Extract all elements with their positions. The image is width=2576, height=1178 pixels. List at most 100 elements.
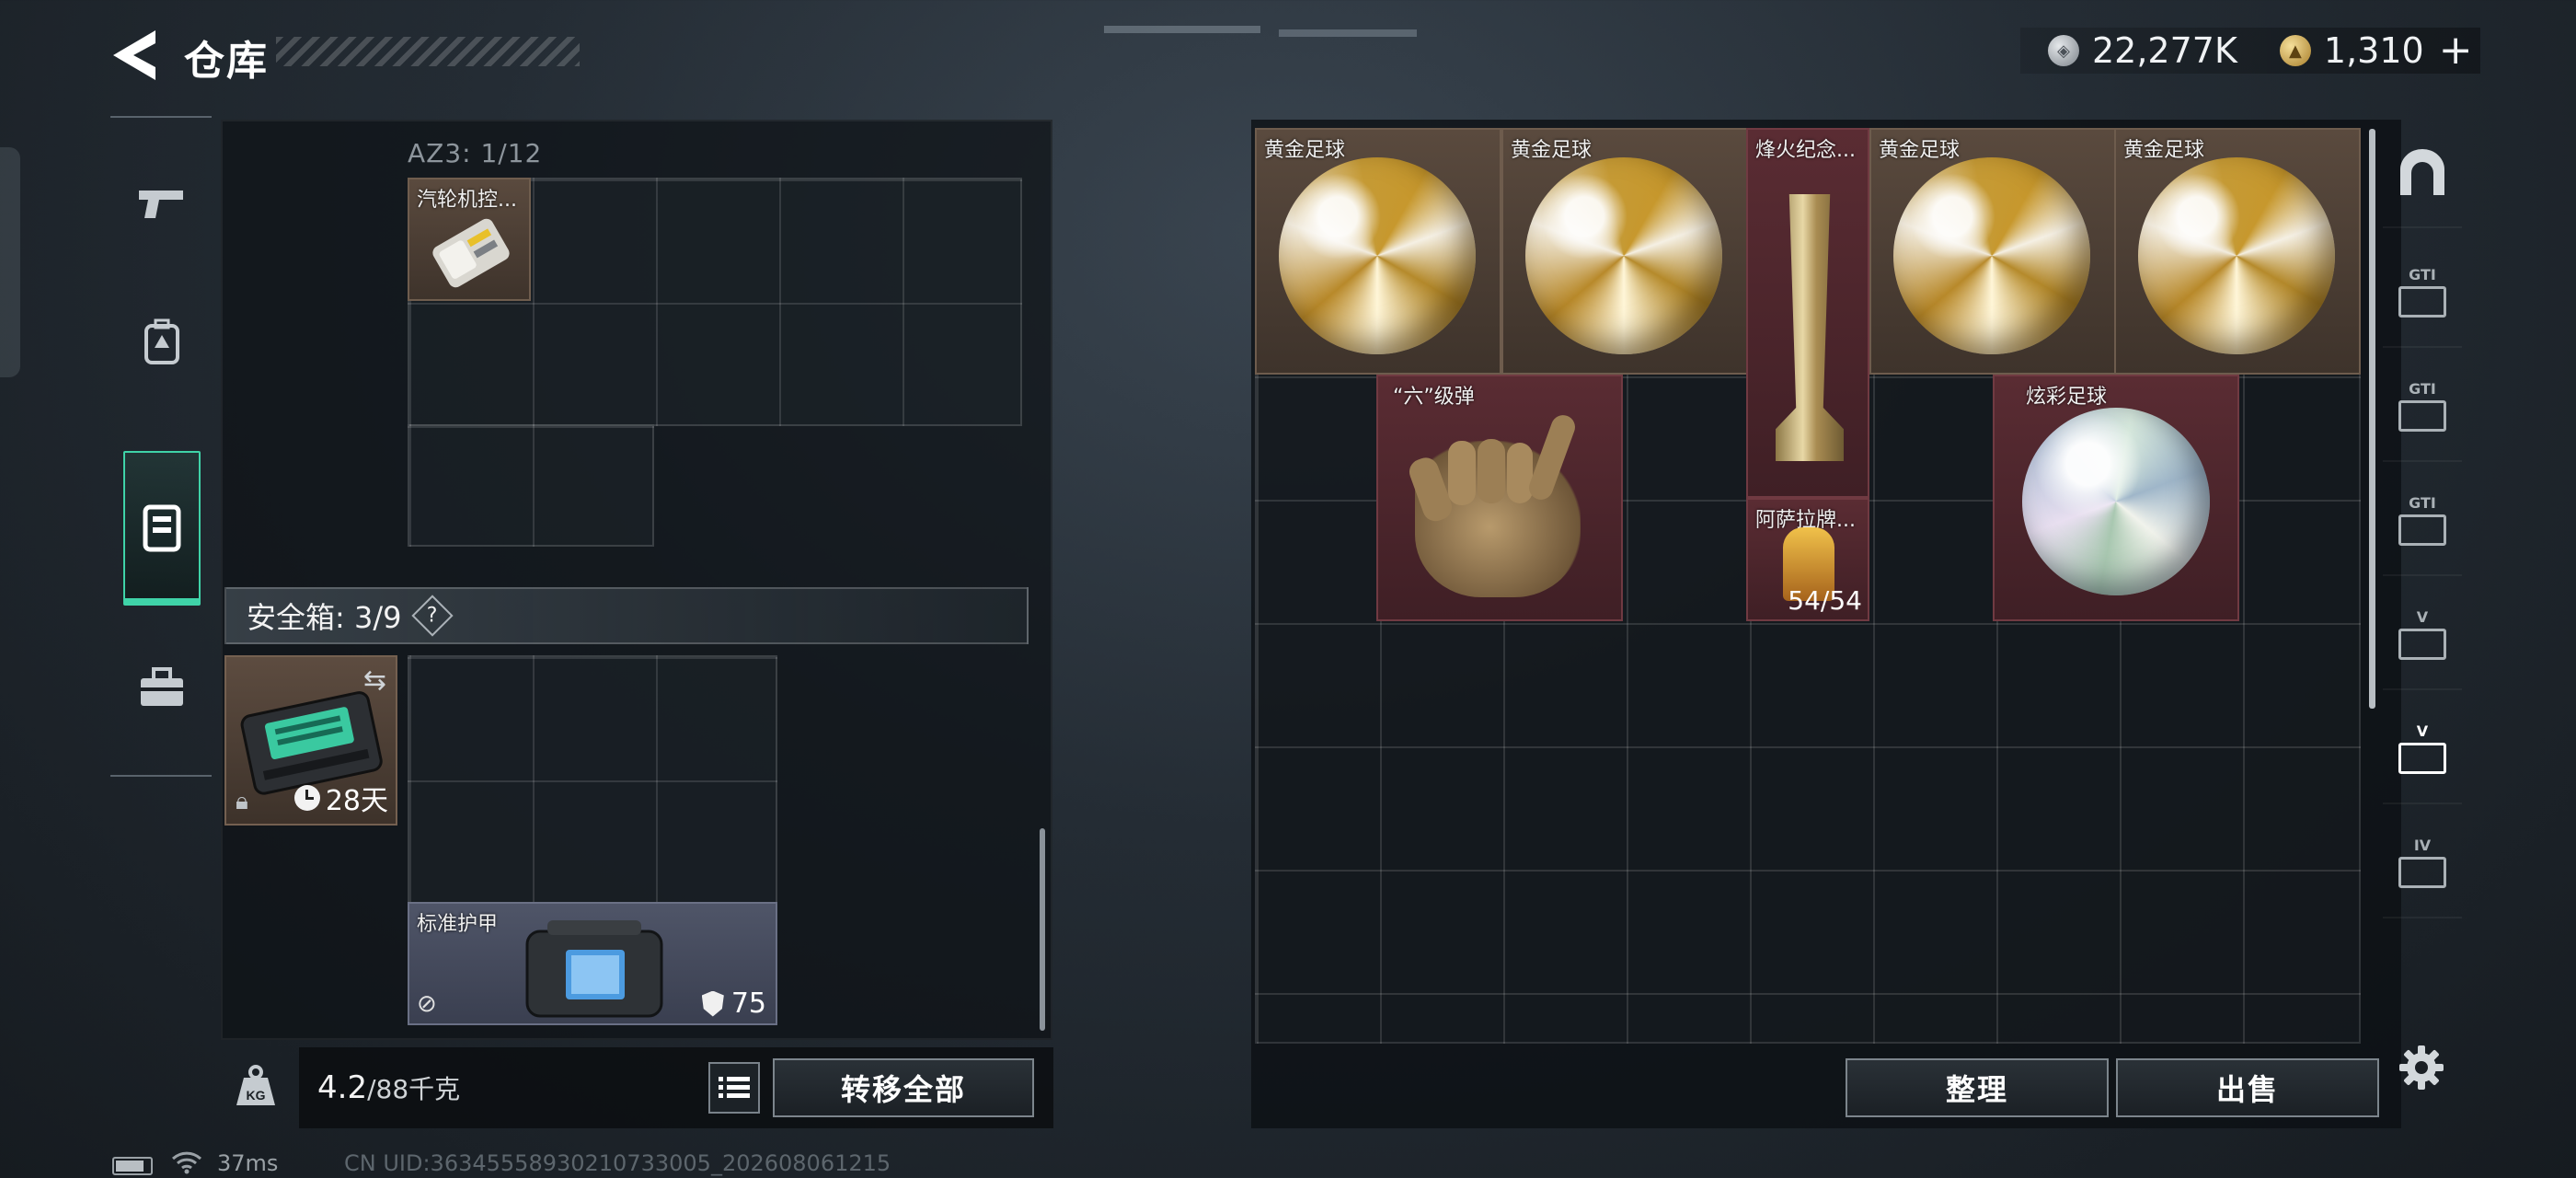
vest-icon xyxy=(143,504,181,552)
storage-item-golden-football[interactable]: 黄金足球 xyxy=(1255,128,1501,375)
shield-icon xyxy=(701,990,724,1017)
armor-durability: 75 xyxy=(701,987,766,1020)
tab-label: GTI xyxy=(2409,494,2436,512)
item-name: 炫彩足球 xyxy=(2026,386,2108,409)
storage-item-asala-plate[interactable]: 阿萨拉牌... 54/54 xyxy=(1746,498,1869,621)
help-icon[interactable]: ? xyxy=(411,595,454,637)
expiry-timer: 28天 xyxy=(293,778,388,818)
backpack-scrollbar[interactable] xyxy=(1040,828,1045,1031)
silver-coin-icon: ◈ xyxy=(2048,35,2079,66)
tab-label: IV xyxy=(2413,837,2432,854)
golden-football-art xyxy=(1893,157,2090,354)
weight-current: 4.2 xyxy=(317,1069,368,1106)
safebox-container[interactable]: ⇆ 🔒︎ 28天 xyxy=(224,655,397,826)
pistol-icon xyxy=(139,191,183,218)
list-view-button[interactable] xyxy=(708,1062,760,1114)
side-drawer-handle[interactable] xyxy=(0,147,20,377)
lock-icon: 🔒︎ xyxy=(236,788,248,815)
tab-storage-main[interactable] xyxy=(2383,120,2462,228)
storage-item-golden-football[interactable]: 黄金足球 xyxy=(2114,128,2361,375)
stack-count: 54/54 xyxy=(1788,585,1862,616)
add-currency-button[interactable]: + xyxy=(2439,30,2473,71)
storage-item-iridescent-football[interactable]: 炫彩足球 xyxy=(1993,375,2239,621)
container-grid-extension[interactable] xyxy=(408,424,654,547)
page-title: 仓库 xyxy=(184,38,269,85)
bronze-fingers-art xyxy=(1409,415,1575,522)
durability-value: 75 xyxy=(730,987,766,1020)
toolbox-icon xyxy=(141,667,183,706)
list-icon xyxy=(719,1077,750,1098)
gti-card-icon xyxy=(2398,514,2446,546)
item-name: 黄金足球 xyxy=(2123,139,2205,162)
tab-storage-iv[interactable]: IV xyxy=(2383,810,2462,918)
sell-button[interactable]: 出售 xyxy=(2116,1058,2379,1117)
currency-bar: ◈ 22,277K ▲ 1,310 + xyxy=(2020,28,2480,74)
container-capacity-label: AZ3: 1/12 xyxy=(408,138,543,168)
gti-box-icon xyxy=(2398,286,2446,318)
wifi-icon xyxy=(171,1150,202,1178)
storage-item-golden-football[interactable]: 黄金足球 xyxy=(1869,128,2116,375)
weight-readout: 4.2/88千克 xyxy=(317,1069,460,1106)
iv-add-icon xyxy=(2398,857,2446,888)
weight-max: /88千克 xyxy=(367,1074,461,1104)
tab-storage-gti-3[interactable]: GTI xyxy=(2383,468,2462,576)
tab-label: V xyxy=(2416,722,2429,740)
golden-football-art xyxy=(1525,157,1722,354)
tab-storage-gti-2[interactable]: GTI xyxy=(2383,353,2462,462)
item-name: 黄金足球 xyxy=(1264,139,1346,162)
back-button[interactable] xyxy=(109,28,164,83)
tab-storage-v-2[interactable]: V xyxy=(2383,696,2462,804)
ping-readout: 37ms xyxy=(217,1150,279,1176)
settings-button[interactable] xyxy=(2392,1038,2451,1097)
gold-coin-icon: ▲ xyxy=(2279,35,2311,66)
inventory-item-standard-armor[interactable]: 标准护甲 ⊘ 75 xyxy=(408,902,777,1025)
ceiling-light-decoration xyxy=(1104,26,1417,37)
left-category-tabs xyxy=(110,116,212,779)
no-repair-icon: ⊘ xyxy=(417,990,437,1018)
golden-football-art xyxy=(1279,157,1476,354)
user-uid: CN UID:36345558930210733005_202608061215 xyxy=(344,1150,891,1176)
back-arrow-icon xyxy=(113,30,155,80)
storage-item-beacon-memorial[interactable]: 烽火纪念... xyxy=(1746,128,1869,498)
sort-button[interactable]: 整理 xyxy=(1846,1058,2109,1117)
storage-item-golden-football[interactable]: 黄金足球 xyxy=(1501,128,1748,375)
title-decoration xyxy=(276,37,580,66)
weight-icon: KG xyxy=(230,1060,282,1112)
timer-label: 28天 xyxy=(325,785,388,817)
item-name: 黄金足球 xyxy=(1511,139,1593,162)
backpack-icon xyxy=(144,318,179,364)
svg-text:KG: KG xyxy=(247,1088,266,1103)
tab-vest[interactable] xyxy=(123,451,201,606)
storage-page-tabs: GTI GTI GTI V V IV xyxy=(2383,120,2462,1040)
v-box-icon xyxy=(2398,629,2446,660)
gti-warning-icon xyxy=(2398,400,2446,432)
item-name: 汽轮机控... xyxy=(417,189,517,212)
tab-label: V xyxy=(2416,608,2429,626)
clock-icon xyxy=(293,785,320,811)
transfer-all-button[interactable]: 转移全部 xyxy=(773,1058,1034,1117)
gold-amount: 1,310 xyxy=(2323,30,2424,71)
tab-weapons[interactable] xyxy=(123,134,201,272)
item-name: 烽火纪念... xyxy=(1755,139,1856,162)
swap-icon[interactable]: ⇆ xyxy=(363,664,386,697)
arch-icon xyxy=(2400,149,2444,195)
golden-football-art xyxy=(2138,157,2335,354)
item-name: 黄金足球 xyxy=(1879,139,1961,162)
tab-storage-gti-1[interactable]: GTI xyxy=(2383,239,2462,348)
tab-tools[interactable] xyxy=(123,618,201,756)
tab-label: GTI xyxy=(2409,380,2436,398)
safebox-header: 安全箱: 3/9 ? xyxy=(224,587,1029,644)
tab-backpack[interactable] xyxy=(123,272,201,410)
iridescent-football-art xyxy=(2022,408,2210,595)
silver-amount: 22,277K xyxy=(2092,30,2237,71)
gear-icon xyxy=(2399,1045,2444,1090)
storage-item-level-six-bullet[interactable]: “六”级弹 xyxy=(1376,375,1623,621)
v-box-active-icon xyxy=(2398,743,2446,774)
inventory-item-turbine-controller[interactable]: 汽轮机控... xyxy=(408,178,531,301)
trophy-art xyxy=(1776,194,1844,461)
tab-label: GTI xyxy=(2409,266,2436,283)
storage-scrollbar[interactable] xyxy=(2369,129,2375,709)
battery-icon xyxy=(112,1157,153,1175)
safebox-capacity-label: 安全箱: 3/9 xyxy=(247,600,402,635)
tab-storage-v-1[interactable]: V xyxy=(2383,582,2462,690)
